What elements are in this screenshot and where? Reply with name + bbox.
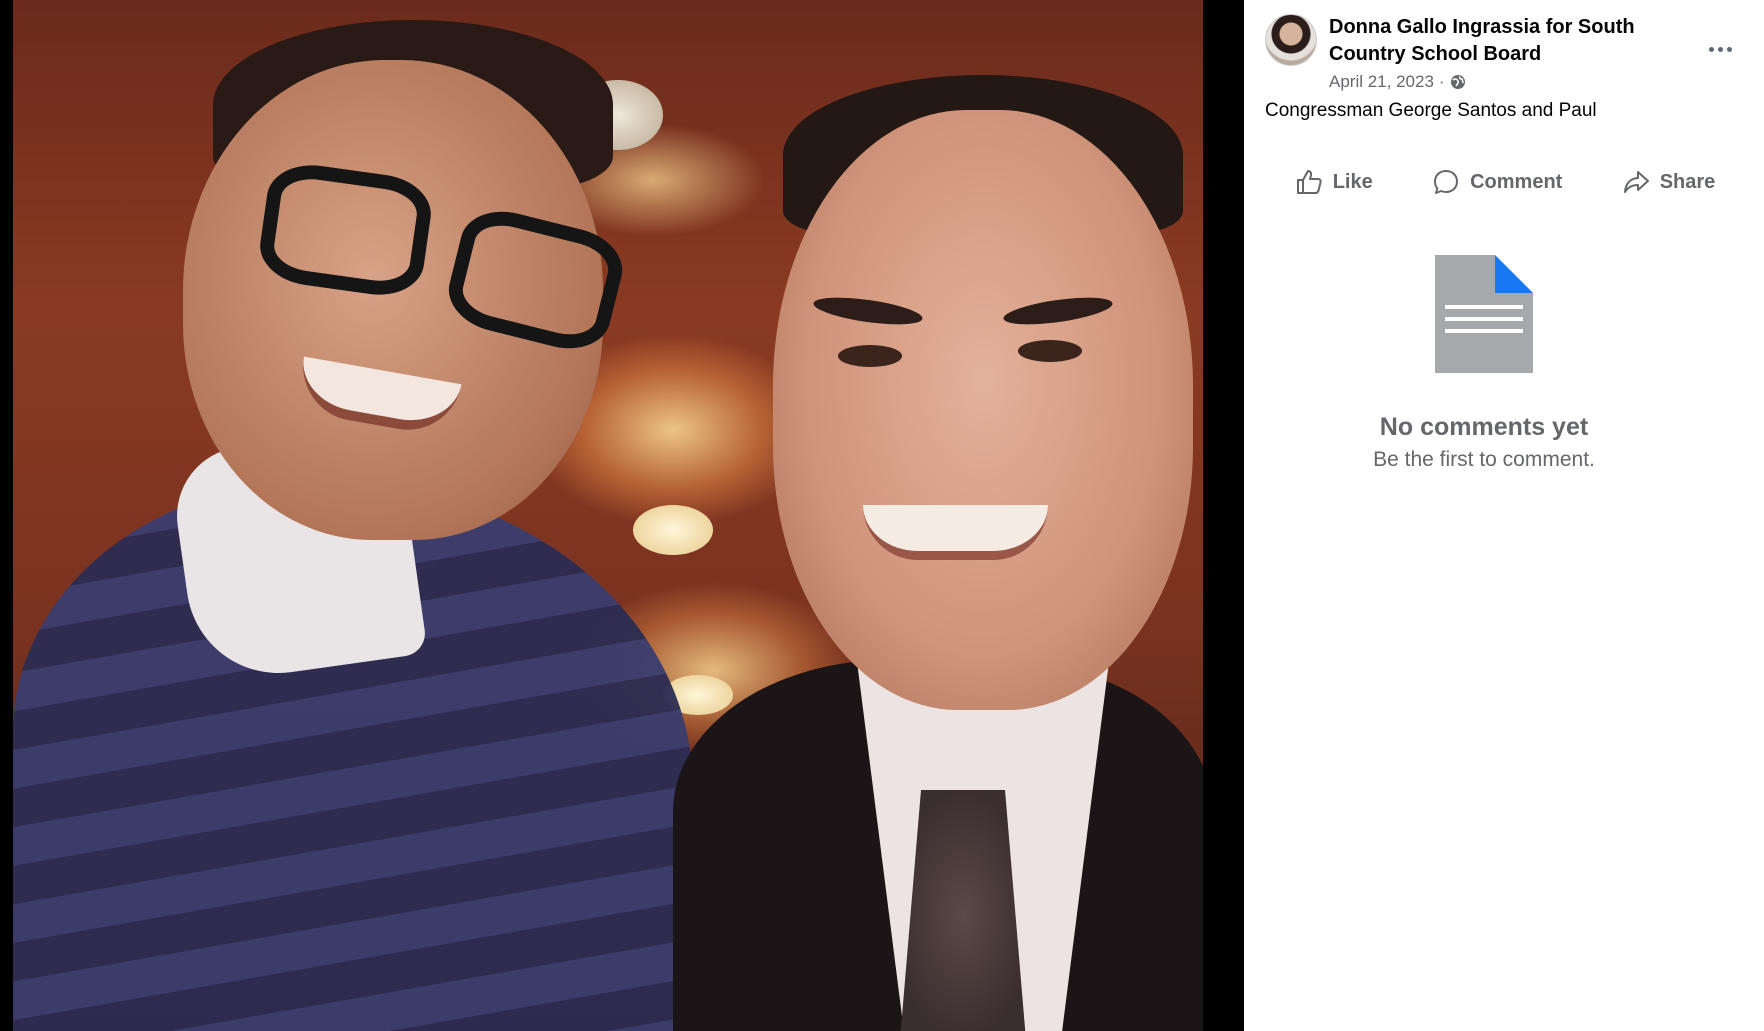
comment-bubble-icon: [1434, 170, 1459, 194]
post-date[interactable]: April 21, 2023: [1329, 72, 1434, 92]
comment-label: Comment: [1470, 170, 1563, 193]
share-label: Share: [1659, 170, 1716, 193]
share-arrow-icon: [1623, 171, 1649, 193]
comments-empty-state: No comments yet Be the first to comment.: [1244, 255, 1724, 472]
page-name-link[interactable]: Donna Gallo Ingrassia for South Country …: [1329, 14, 1659, 68]
like-label: Like: [1332, 170, 1373, 193]
post-photo[interactable]: [13, 0, 1203, 1031]
empty-comments-title: No comments yet: [1379, 413, 1589, 441]
thumbs-up-icon: [1296, 170, 1322, 194]
photo-person-right-eye: [1018, 340, 1082, 362]
post-side-panel: Donna Gallo Ingrassia for South Country …: [1244, 0, 1764, 1031]
empty-comments-subtitle: Be the first to comment.: [1373, 448, 1595, 471]
post-action-bar: Like Comment Share: [1265, 160, 1745, 204]
photo-person-right-eye: [838, 345, 902, 367]
post-meta: April 21, 2023 ·: [1329, 72, 1466, 92]
meta-separator: ·: [1438, 72, 1445, 91]
photo-person-right-smile: [863, 505, 1048, 560]
avatar[interactable]: [1265, 14, 1317, 66]
photo-lamp: [633, 505, 713, 555]
post-caption: Congressman George Santos and Paul: [1265, 100, 1597, 121]
photo-viewer: [0, 0, 1244, 1031]
photo-person-right-face: [773, 110, 1193, 710]
document-icon: [1435, 255, 1533, 373]
share-button[interactable]: Share: [1612, 162, 1726, 202]
post-header: Donna Gallo Ingrassia for South Country …: [1265, 12, 1744, 92]
globe-icon: [1450, 75, 1465, 89]
comment-button[interactable]: Comment: [1422, 162, 1572, 202]
like-button[interactable]: Like: [1285, 162, 1383, 202]
more-options-icon[interactable]: [1702, 34, 1738, 64]
